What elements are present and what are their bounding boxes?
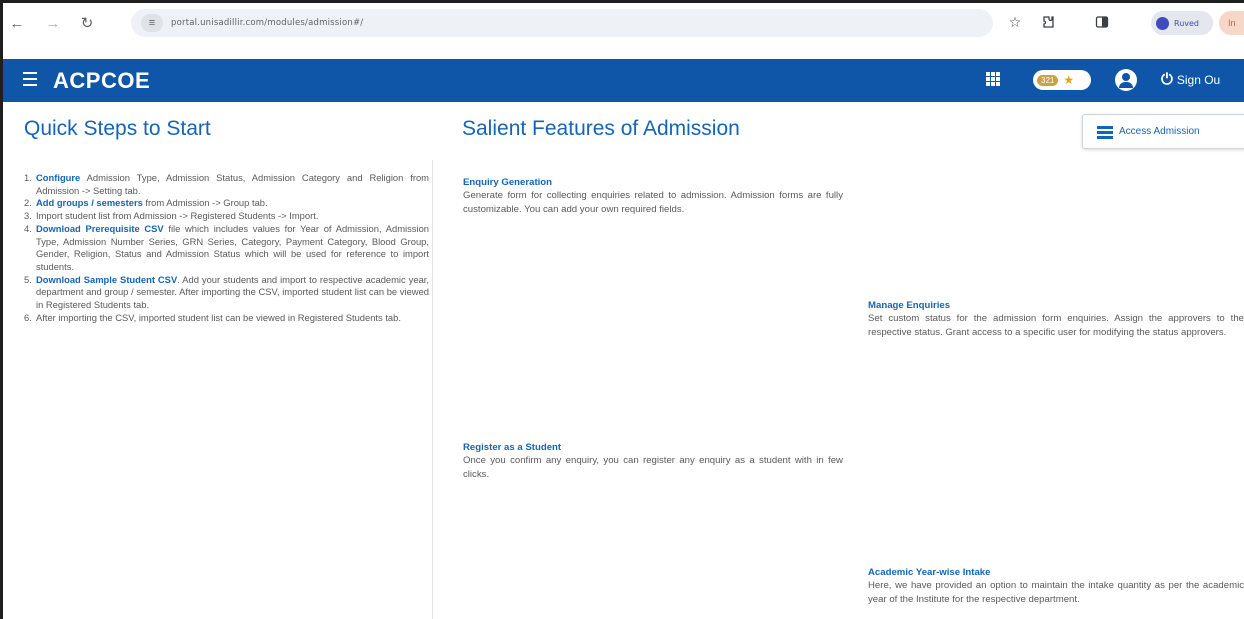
profile-chip[interactable]: Ruved: [1151, 11, 1213, 35]
list-item: 5. Download Sample Student CSV. Add your…: [24, 274, 429, 312]
step-text: Admission Type, Admission Status, Admiss…: [36, 172, 429, 196]
list-item: 1. Configure Admission Type, Admission S…: [24, 172, 429, 197]
feature-academic-intake: Academic Year-wise Intake Here, we have …: [868, 566, 1244, 608]
feature-text: Generate form for collecting enquiries r…: [463, 190, 843, 216]
reload-icon[interactable]: ↻: [75, 11, 99, 35]
configure-link[interactable]: Configure: [36, 172, 80, 183]
power-icon: ⏻: [1161, 71, 1173, 88]
access-admission-button[interactable]: Access Admission: [1082, 114, 1244, 149]
feature-text: Once you confirm any enquiry, you can re…: [463, 455, 843, 481]
step-text: After importing the CSV, imported studen…: [36, 311, 401, 323]
sign-out-label: Sign Ou: [1176, 72, 1221, 87]
app-title: ACPCOE: [53, 68, 151, 93]
download-sample-student-csv-link[interactable]: Download Sample Student CSV: [36, 274, 177, 285]
step-number: 6.: [24, 311, 32, 323]
feature-enquiry-generation: Enquiry Generation Generate form for col…: [463, 176, 843, 218]
feature-text: Here, we have provided an option to main…: [868, 580, 1244, 606]
list-item: 2. Add groups / semesters from Admission…: [24, 197, 429, 210]
feature-title: Manage Enquiries: [868, 300, 951, 311]
profile-icon: [1156, 16, 1169, 30]
feature-title: Enquiry Generation: [463, 177, 553, 188]
app-header: ACPCOE 321 ★ ⏻ Sign Ou: [3, 59, 1244, 102]
extensions-icon[interactable]: [1038, 12, 1058, 32]
avatar[interactable]: In: [1219, 11, 1244, 35]
apps-grid-icon[interactable]: [986, 72, 1000, 86]
url-text: portal.unisadillir.com/modules/admission…: [171, 18, 364, 28]
feature-manage-enquiries: Manage Enquiries Set custom status for t…: [868, 299, 1244, 341]
hamburger-menu-icon[interactable]: [23, 72, 37, 86]
step-text: Import student list from Admission -> Re…: [36, 210, 319, 222]
download-prerequisite-csv-link[interactable]: Download Prerequisite CSV: [36, 223, 164, 234]
column-divider: [432, 160, 433, 619]
browser-toolbar: ← → ↻ ≡ portal.unisadillir.com/modules/a…: [3, 3, 1244, 59]
address-bar[interactable]: ≡ portal.unisadillir.com/modules/admissi…: [131, 9, 993, 37]
profile-label: Ruved: [1174, 18, 1200, 28]
feature-title: Academic Year-wise Intake: [868, 567, 991, 578]
access-admission-icon: [1097, 125, 1113, 139]
points-badge[interactable]: 321 ★: [1033, 70, 1091, 90]
feature-text: Set custom status for the admission form…: [868, 313, 1244, 339]
list-item: 4. Download Prerequisite CSV file which …: [24, 223, 429, 274]
sign-out-button[interactable]: ⏻ Sign Ou: [1161, 71, 1220, 88]
feature-title: Register as a Student: [463, 442, 562, 453]
forward-arrow-icon[interactable]: →: [41, 11, 65, 35]
points-count: 321: [1037, 74, 1059, 86]
quick-steps-title: Quick Steps to Start: [24, 117, 211, 140]
quick-steps-list: 1. Configure Admission Type, Admission S…: [24, 172, 429, 324]
step-number: 1.: [24, 172, 32, 183]
step-number: 2.: [24, 197, 32, 209]
site-info-icon[interactable]: ≡: [141, 14, 163, 32]
list-item: 3. Import student list from Admission ->…: [24, 210, 429, 223]
add-groups-link[interactable]: Add groups / semesters: [36, 197, 143, 208]
trophy-icon: ★: [1063, 73, 1075, 87]
step-number: 3.: [24, 210, 32, 222]
user-account-icon[interactable]: [1115, 69, 1137, 91]
side-panel-icon[interactable]: [1092, 12, 1112, 32]
back-arrow-icon[interactable]: ←: [5, 11, 29, 35]
step-number: 4.: [24, 222, 32, 234]
step-number: 5.: [24, 273, 32, 285]
access-admission-label: Access Admission: [1119, 126, 1200, 137]
step-text: from Admission -> Group tab.: [142, 197, 268, 209]
bookmark-star-icon[interactable]: ☆: [1005, 12, 1025, 32]
salient-features-title: Salient Features of Admission: [462, 117, 740, 140]
feature-register-student: Register as a Student Once you confirm a…: [463, 441, 843, 483]
list-item: 6. After importing the CSV, imported stu…: [24, 312, 429, 325]
